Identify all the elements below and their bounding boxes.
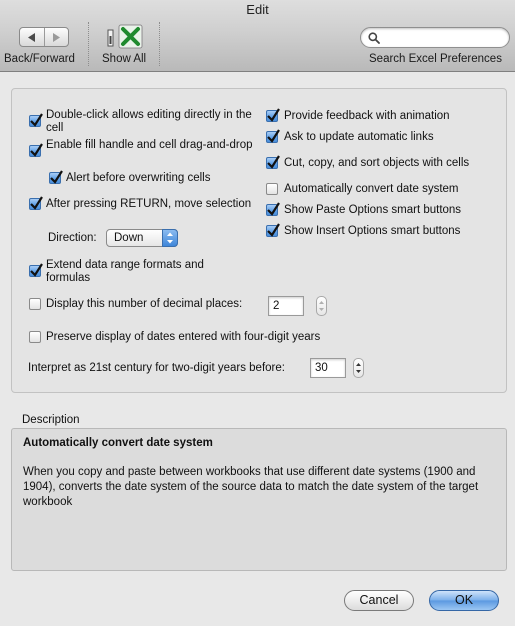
- description-section-label: Description: [22, 414, 80, 426]
- back-forward-label: Back/Forward: [4, 53, 75, 65]
- decimal-places-stepper[interactable]: [316, 296, 327, 316]
- search-icon: [368, 32, 380, 44]
- ok-button[interactable]: OK: [429, 590, 499, 611]
- toolbar-divider: [88, 22, 89, 66]
- move-selection-checkbox[interactable]: [29, 196, 43, 210]
- cut-copy-sort-checkbox[interactable]: [266, 155, 280, 169]
- feedback-animation-label: Provide feedback with animation: [284, 110, 450, 122]
- toolbar: Edit Back/Forward Show All Search Excel …: [0, 0, 515, 72]
- extend-formats-checkbox[interactable]: [29, 263, 43, 277]
- four-digit-years-label: Preserve display of dates entered with f…: [46, 331, 321, 343]
- double-click-edit-checkbox[interactable]: [29, 113, 43, 127]
- four-digit-years-checkbox[interactable]: [29, 331, 41, 343]
- alert-overwrite-label: Alert before overwriting cells: [66, 172, 211, 184]
- fill-handle-checkbox[interactable]: [29, 143, 43, 157]
- forward-button[interactable]: [43, 28, 69, 46]
- search-input[interactable]: [360, 27, 510, 48]
- back-forward-control: [19, 27, 69, 47]
- convert-date-system-checkbox[interactable]: [266, 183, 278, 195]
- show-all-icon[interactable]: [107, 24, 143, 50]
- description-box: Automatically convert date system When y…: [11, 428, 507, 571]
- checkmark-icon: [267, 155, 280, 169]
- direction-label: Direction:: [48, 232, 97, 244]
- checkmark-icon: [267, 223, 280, 237]
- description-body: When you copy and paste between workbook…: [23, 466, 479, 508]
- checkmark-icon: [30, 196, 43, 210]
- stepper-arrows-icon: [356, 363, 361, 373]
- description-heading: Automatically convert date system: [23, 437, 213, 449]
- back-arrow-icon: [27, 32, 35, 42]
- decimal-places-checkbox[interactable]: [29, 298, 41, 310]
- checkmark-icon: [267, 108, 280, 122]
- cut-copy-sort-label: Cut, copy, and sort objects with cells: [284, 157, 470, 169]
- decimal-places-field[interactable]: 2: [268, 296, 304, 316]
- update-links-label: Ask to update automatic links: [284, 131, 434, 143]
- direction-value: Down: [114, 232, 144, 244]
- insert-options-label: Show Insert Options smart buttons: [284, 225, 461, 237]
- search-label: Search Excel Preferences: [369, 53, 502, 65]
- fill-handle-label: Enable fill handle and cell drag-and-dro…: [46, 139, 253, 151]
- move-selection-label: After pressing RETURN, move selection: [46, 198, 252, 210]
- updown-arrows-icon: [162, 229, 178, 247]
- paste-options-label: Show Paste Options smart buttons: [284, 204, 462, 216]
- stepper-arrows-icon: [319, 301, 324, 311]
- direction-select[interactable]: Down: [106, 229, 178, 247]
- checkmark-icon: [267, 129, 280, 143]
- cancel-button[interactable]: Cancel: [344, 590, 414, 611]
- insert-options-checkbox[interactable]: [266, 223, 280, 237]
- extend-formats-label: Extend data range formats and formulas: [46, 259, 204, 284]
- back-button[interactable]: [20, 28, 44, 46]
- alert-overwrite-checkbox[interactable]: [49, 170, 63, 184]
- checkmark-icon: [50, 170, 63, 184]
- checkmark-icon: [267, 202, 280, 216]
- toolbar-divider: [159, 22, 160, 66]
- century-label: Interpret as 21st century for two-digit …: [28, 362, 285, 374]
- convert-date-system-label: Automatically convert date system: [284, 183, 459, 195]
- checkmark-icon: [30, 143, 43, 157]
- paste-options-checkbox[interactable]: [266, 202, 280, 216]
- century-year-field[interactable]: 30: [310, 358, 346, 378]
- checkmark-icon: [30, 263, 43, 277]
- update-links-checkbox[interactable]: [266, 129, 280, 143]
- window-title: Edit: [246, 2, 269, 17]
- show-all-button[interactable]: Show All: [102, 53, 146, 65]
- forward-arrow-icon: [53, 32, 61, 42]
- checkmark-icon: [30, 113, 43, 127]
- double-click-edit-label: Double-click allows editing directly in …: [46, 109, 252, 134]
- feedback-animation-checkbox[interactable]: [266, 108, 280, 122]
- century-year-stepper[interactable]: [353, 358, 364, 378]
- decimal-places-label: Display this number of decimal places:: [46, 298, 243, 310]
